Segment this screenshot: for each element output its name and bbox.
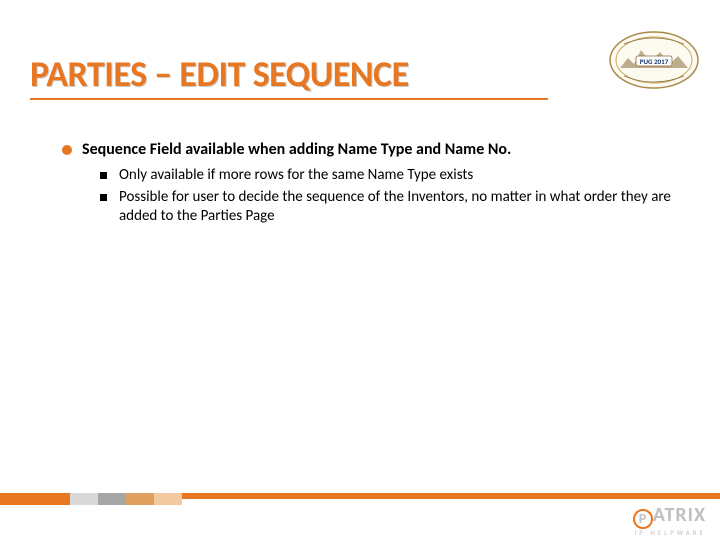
sub-bullet-text: Possible for user to decide the sequence…	[119, 188, 680, 227]
sub-bullet-text: Only available if more rows for the same…	[119, 166, 473, 186]
patrix-tagline: IP HELPWARE	[633, 528, 706, 537]
patrix-p-icon: P	[633, 509, 653, 529]
footer-color-bar	[0, 493, 182, 505]
patrix-rest: ATRIX	[653, 503, 706, 527]
list-item: Only available if more rows for the same…	[100, 166, 680, 186]
main-bullet-text: Sequence Field available when adding Nam…	[82, 140, 511, 159]
footer-seg	[70, 493, 98, 505]
bullet-square-icon	[100, 172, 107, 179]
page-title: PARTIES – EDIT SEQUENCE	[30, 52, 548, 100]
footer-seg	[98, 493, 126, 505]
patrix-logo: PATRIX IP HELPWARE	[633, 505, 706, 537]
footer-seg	[0, 493, 70, 505]
list-item: Possible for user to decide the sequence…	[100, 188, 680, 227]
badge-label: PUG 2017	[640, 57, 669, 66]
bullet-square-icon	[100, 194, 107, 201]
bullet-disc-icon	[62, 145, 72, 155]
patrix-wordmark: PATRIX	[633, 505, 706, 529]
sub-bullet-list: Only available if more rows for the same…	[100, 166, 680, 229]
footer-seg	[154, 493, 182, 505]
footer-seg	[126, 493, 154, 505]
main-bullet-row: Sequence Field available when adding Nam…	[62, 140, 690, 159]
pug-badge-logo: PUG 2017	[606, 28, 702, 92]
